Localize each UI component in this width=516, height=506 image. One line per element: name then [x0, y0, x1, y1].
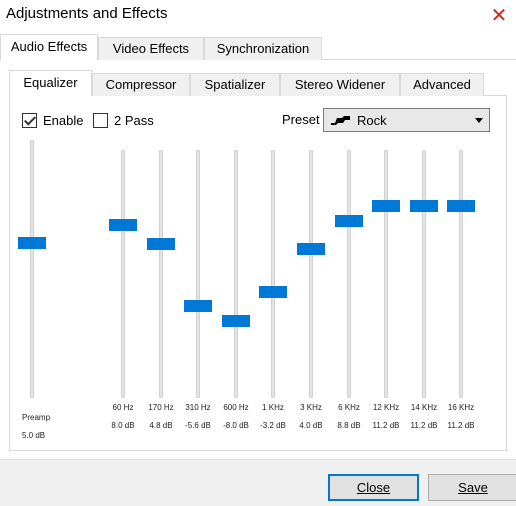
band-slider-12khz-track[interactable]: [384, 150, 388, 398]
band-slider-3khz-track[interactable]: [309, 150, 313, 398]
band-slider-600hz-track[interactable]: [234, 150, 238, 398]
preamp-label: Preamp: [22, 413, 51, 422]
enable-option[interactable]: Enable: [22, 111, 83, 129]
tab-video-effects[interactable]: Video Effects: [98, 37, 204, 60]
band-slider-14khz-track[interactable]: [422, 150, 426, 398]
band-slider-1khz-track[interactable]: [271, 150, 275, 398]
tab-audio-effects[interactable]: Audio Effects: [0, 34, 98, 60]
band-slider-12khz-thumb[interactable]: [372, 200, 400, 212]
outer-tab-bar: Audio Effects Video Effects Synchronizat…: [0, 34, 516, 60]
band-gain-label-310hz: -5.6 dB: [185, 421, 211, 430]
band-gain-label-60hz: 8.0 dB: [111, 421, 135, 430]
band-gain-label-1khz: -3.2 dB: [260, 421, 286, 430]
band-freq-label-14khz: 14 KHz: [410, 403, 438, 412]
band-gain-label-12khz: 11.2 dB: [372, 421, 400, 430]
band-gain-label-16khz: 11.2 dB: [447, 421, 475, 430]
rock-preset-icon: [331, 116, 350, 125]
band-slider-16khz-track[interactable]: [459, 150, 463, 398]
band-gain-label-3khz: 4.0 dB: [299, 421, 323, 430]
save-button[interactable]: Save: [428, 474, 516, 501]
preamp-value: 5.0 dB: [22, 431, 46, 440]
band-freq-label-3khz: 3 KHz: [300, 403, 322, 412]
two-pass-label: 2 Pass: [114, 112, 154, 128]
band-freq-label-310hz: 310 Hz: [185, 403, 211, 412]
band-slider-60hz-track[interactable]: [121, 150, 125, 398]
tab-stereo-widener[interactable]: Stereo Widener: [280, 73, 400, 96]
enable-checkbox[interactable]: [22, 112, 37, 128]
band-freq-label-170hz: 170 Hz: [148, 403, 174, 412]
band-freq-label-6khz: 6 KHz: [338, 403, 360, 412]
preset-label: Preset: [282, 112, 320, 127]
band-slider-16khz-thumb[interactable]: [447, 200, 475, 212]
tab-advanced[interactable]: Advanced: [400, 73, 484, 96]
close-button-label: Close: [356, 480, 391, 495]
close-window-icon[interactable]: ✕: [488, 5, 510, 27]
preset-value: Rock: [357, 112, 387, 128]
close-button[interactable]: Close: [328, 474, 419, 501]
band-slider-310hz-thumb[interactable]: [184, 300, 212, 312]
band-gain-label-14khz: 11.2 dB: [410, 421, 438, 430]
band-gain-label-170hz: 4.8 dB: [149, 421, 173, 430]
tab-spatializer[interactable]: Spatializer: [190, 73, 280, 96]
band-slider-14khz-thumb[interactable]: [410, 200, 438, 212]
band-freq-label-16khz: 16 KHz: [447, 403, 475, 412]
band-slider-310hz-track[interactable]: [196, 150, 200, 398]
title-bar: Adjustments and Effects ✕: [0, 0, 516, 32]
band-slider-170hz-track[interactable]: [159, 150, 163, 398]
two-pass-option[interactable]: 2 Pass: [93, 111, 154, 129]
inner-tab-bar: Equalizer Compressor Spatializer Stereo …: [0, 70, 516, 96]
band-slider-6khz-thumb[interactable]: [335, 215, 363, 227]
band-gain-label-600hz: -8.0 dB: [223, 421, 249, 430]
tab-equalizer[interactable]: Equalizer: [9, 70, 92, 96]
band-slider-1khz-thumb[interactable]: [259, 286, 287, 298]
band-freq-label-60hz: 60 Hz: [112, 403, 134, 412]
save-button-label: Save: [458, 480, 488, 495]
band-freq-label-1khz: 1 KHz: [262, 403, 284, 412]
window-title: Adjustments and Effects: [6, 5, 168, 22]
preamp-slider-track[interactable]: [30, 140, 34, 398]
band-gain-label-6khz: 8.8 dB: [337, 421, 361, 430]
equalizer-panel: [9, 95, 507, 451]
band-slider-60hz-thumb[interactable]: [109, 219, 137, 231]
band-slider-600hz-thumb[interactable]: [222, 315, 250, 327]
tab-compressor[interactable]: Compressor: [92, 73, 190, 96]
band-slider-6khz-track[interactable]: [347, 150, 351, 398]
preset-dropdown[interactable]: Rock: [323, 108, 490, 132]
two-pass-checkbox[interactable]: [93, 112, 108, 128]
preamp-slider-thumb[interactable]: [18, 237, 46, 249]
enable-label: Enable: [43, 112, 84, 128]
band-freq-label-600hz: 600 Hz: [223, 403, 249, 412]
band-slider-170hz-thumb[interactable]: [147, 238, 175, 250]
chevron-down-icon: [475, 118, 483, 123]
band-slider-3khz-thumb[interactable]: [297, 243, 325, 255]
tab-synchronization[interactable]: Synchronization: [204, 37, 322, 60]
band-freq-label-12khz: 12 KHz: [372, 403, 400, 412]
